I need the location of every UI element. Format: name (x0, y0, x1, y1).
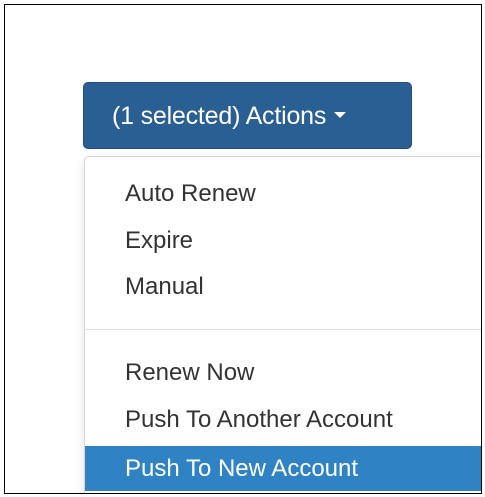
actions-dropdown-button[interactable]: (1 selected) Actions (83, 82, 412, 149)
actions-button-label: (1 selected) Actions (112, 102, 327, 130)
menu-item-expire[interactable]: Expire (85, 218, 481, 263)
menu-item-label: Push To New Account (125, 455, 359, 482)
menu-item-renew-now[interactable]: Renew Now (85, 350, 481, 395)
menu-item-manual[interactable]: Manual (85, 264, 481, 309)
menu-item-push-to-another-account[interactable]: Push To Another Account (85, 397, 481, 442)
menu-item-label: Expire (125, 227, 194, 254)
caret-down-icon (334, 112, 347, 119)
menu-item-label: Push To Another Account (125, 406, 393, 433)
screenshot-frame: (1 selected) Actions Auto Renew Expire M… (4, 4, 482, 494)
menu-item-auto-renew[interactable]: Auto Renew (85, 171, 481, 216)
menu-item-label: Renew Now (125, 359, 255, 386)
actions-dropdown-menu: Auto Renew Expire Manual Renew Now Push … (84, 156, 481, 493)
menu-item-push-to-new-account[interactable]: Push To New Account (85, 446, 481, 491)
menu-item-label: Auto Renew (125, 180, 256, 207)
menu-divider (85, 329, 481, 330)
menu-item-label: Manual (125, 273, 204, 300)
